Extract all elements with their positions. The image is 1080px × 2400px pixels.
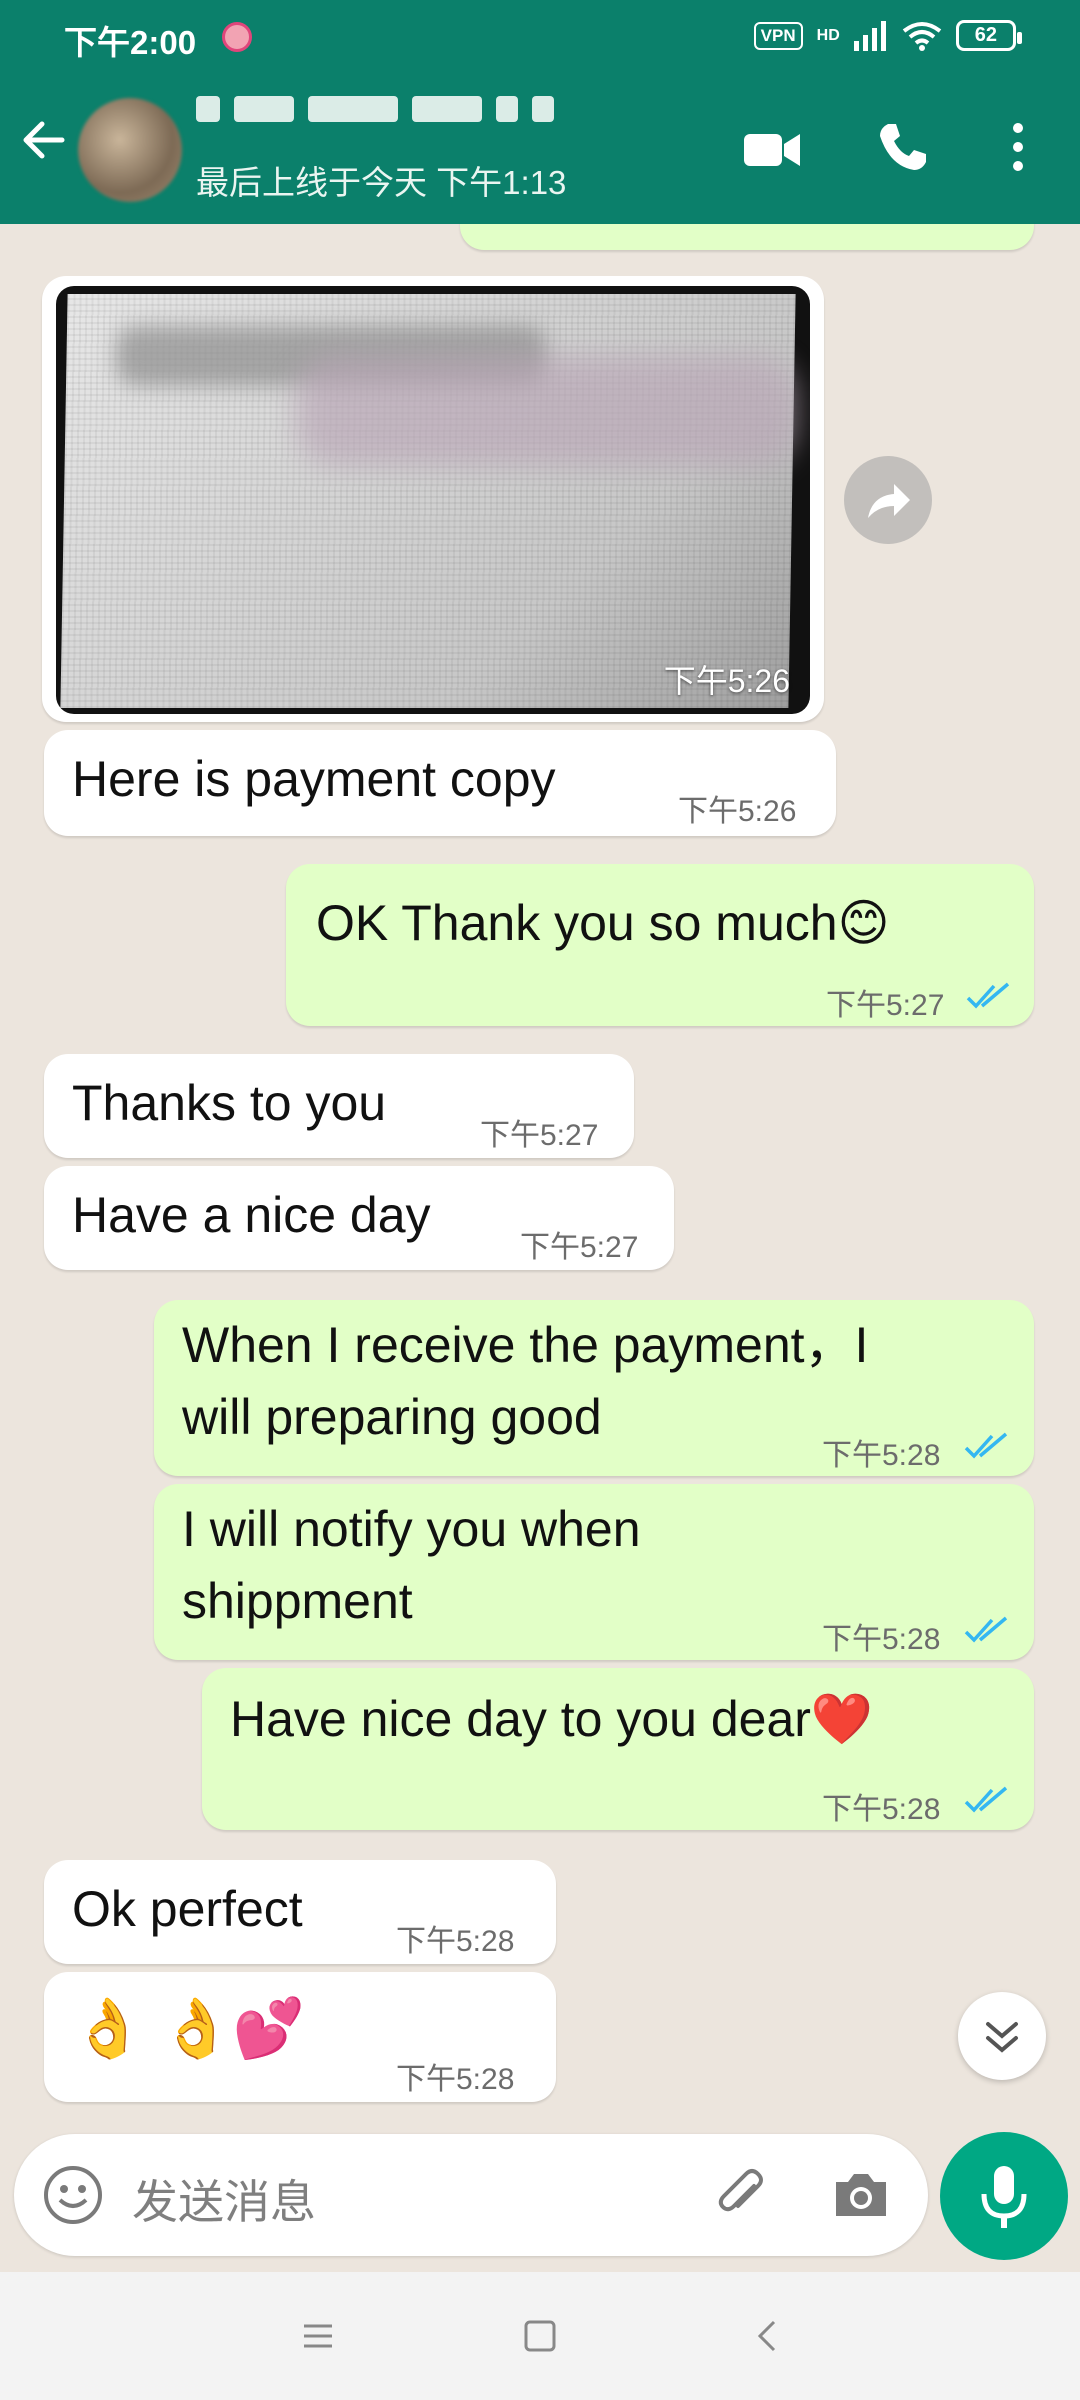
message-bubble-incoming[interactable]: Have a nice day 下午5:27 [44, 1166, 674, 1270]
message-text-line: I will notify you when [182, 1501, 641, 1557]
message-time: 下午5:27 [826, 989, 945, 1022]
status-time: 下午2:00 [64, 24, 197, 61]
paperclip-icon[interactable] [710, 2164, 772, 2226]
back-arrow-icon[interactable] [18, 114, 70, 166]
message-text: OK Thank you so much😊 [316, 895, 890, 951]
battery-indicator: 62 [955, 20, 1023, 51]
message-time: 下午5:26 [663, 663, 790, 699]
message-bubble-incoming[interactable]: Thanks to you 下午5:27 [44, 1054, 634, 1158]
camera-icon[interactable] [830, 2164, 892, 2226]
back-chevron-icon[interactable] [750, 2318, 786, 2354]
message-input[interactable]: 发送消息 [132, 2166, 316, 2232]
forward-arrow-icon [868, 484, 910, 518]
message-time: 下午5:27 [520, 1231, 639, 1264]
contact-avatar[interactable] [78, 98, 182, 202]
microphone-icon [981, 2166, 1027, 2228]
hd-badge: HD [816, 26, 840, 44]
payment-image[interactable]: 下午5:26 [56, 286, 810, 714]
message-bubble-outgoing[interactable]: OK Thank you so much😊 下午5:27 [286, 864, 1034, 1026]
redaction-blur [296, 356, 796, 466]
message-text: Thanks to you [72, 1075, 387, 1131]
status-bar: 下午2:00 VPN HD 62 [0, 0, 1080, 78]
double-chevron-down-icon [986, 2022, 1018, 2053]
read-ticks-icon [964, 1786, 1008, 1813]
message-text: Here is payment copy [72, 751, 556, 807]
smiley-icon[interactable] [42, 2164, 104, 2226]
message-text-line: When I receive the payment，I [182, 1317, 869, 1373]
message-bubble-incoming[interactable]: Here is payment copy 下午5:26 [44, 730, 836, 836]
read-ticks-icon [964, 1432, 1008, 1459]
microphone-button[interactable] [940, 2132, 1068, 2260]
video-camera-icon[interactable] [742, 128, 802, 172]
message-composer[interactable]: 发送消息 [14, 2134, 928, 2256]
message-bubble-incoming[interactable]: 👌 👌💕 下午5:28 [44, 1972, 556, 2102]
message-text-line: will preparing good [182, 1389, 602, 1445]
scroll-to-bottom-button[interactable] [958, 1992, 1046, 2080]
phone-icon[interactable] [876, 120, 930, 174]
message-bubble-outgoing[interactable]: I will notify you when shippment 下午5:28 [154, 1484, 1034, 1660]
contact-name-redacted[interactable] [196, 96, 554, 122]
message-text: Have nice day to you dear❤️ [230, 1691, 874, 1747]
more-vertical-icon[interactable] [1006, 120, 1030, 174]
message-text: Ok perfect [72, 1881, 303, 1937]
message-time: 下午5:27 [480, 1119, 599, 1152]
forward-button[interactable] [844, 456, 932, 544]
message-text-line: shippment [182, 1573, 413, 1629]
vpn-badge: VPN [753, 21, 803, 50]
wifi-icon [902, 21, 941, 51]
message-list[interactable]: 下午5:26 Here is payment copy 下午5:26 OK Th… [0, 224, 1080, 2132]
system-nav-bar [0, 2272, 1080, 2400]
message-bubble-outgoing[interactable]: Have nice day to you dear❤️ 下午5:28 [202, 1668, 1034, 1830]
message-text: Have a nice day [72, 1187, 431, 1243]
message-time: 下午5:28 [822, 1793, 941, 1826]
home-square-icon[interactable] [522, 2318, 558, 2354]
signal-icon [853, 20, 886, 51]
read-ticks-icon [964, 1616, 1008, 1643]
message-bubble-outgoing[interactable]: When I receive the payment，I will prepar… [154, 1300, 1034, 1476]
message-time: 下午5:26 [678, 795, 797, 828]
chat-header: 最后上线于今天 下午1:13 [0, 78, 1080, 224]
message-text: 👌 👌💕 [72, 1996, 305, 2061]
menu-lines-icon[interactable] [300, 2318, 336, 2354]
message-time: 下午5:28 [822, 1623, 941, 1656]
read-ticks-icon [966, 982, 1010, 1009]
message-time: 下午5:28 [822, 1439, 941, 1472]
status-icons: VPN HD 62 [753, 20, 1023, 51]
message-bubble-outgoing-partial[interactable] [460, 224, 1034, 250]
last-seen-text[interactable]: 最后上线于今天 下午1:13 [196, 156, 566, 204]
message-time: 下午5:28 [396, 2063, 515, 2096]
message-time: 下午5:28 [396, 1925, 515, 1958]
screen-record-icon [222, 22, 252, 52]
message-bubble-incoming[interactable]: Ok perfect 下午5:28 [44, 1860, 556, 1964]
